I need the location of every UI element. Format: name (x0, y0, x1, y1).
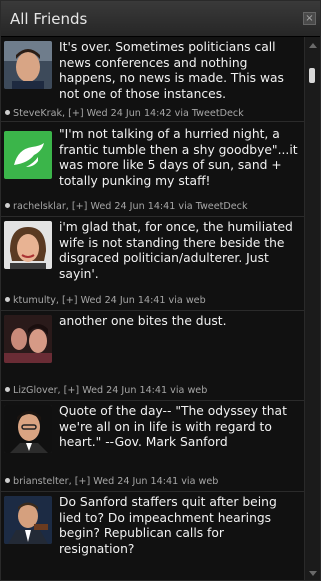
user-avatar[interactable] (4, 41, 52, 89)
tweet-item[interactable]: another one bites the dust. LizGlover, [… (1, 311, 305, 401)
bullet-icon (5, 110, 10, 115)
bullet-icon (5, 478, 10, 483)
bullet-icon (5, 387, 10, 392)
tweet-text: It's over. Sometimes politicians call ne… (59, 40, 284, 101)
tweet-meta-text: brianstelter, [+] Wed 24 Jun 14:41 via w… (13, 476, 219, 487)
tweet-meta[interactable]: SteveKrak, [+] Wed 24 Jun 14:42 via Twee… (5, 108, 244, 120)
tweet-item[interactable]: i'm glad that, for once, the humiliated … (1, 217, 305, 311)
tweet-meta[interactable]: brianstelter, [+] Wed 24 Jun 14:41 via w… (5, 476, 218, 488)
tweet-meta[interactable]: rachelsklar, [+] Wed 24 Jun 14:41 via Tw… (5, 201, 248, 213)
close-column-button[interactable]: × (303, 12, 316, 25)
bullet-icon (5, 297, 10, 302)
avatar-image (4, 221, 52, 269)
tweet-meta-text: LizGlover, [+] Wed 24 Jun 14:41 via web (13, 385, 208, 396)
tweet-meta-text: SteveKrak, [+] Wed 24 Jun 14:42 via Twee… (13, 108, 244, 119)
column-title: All Friends (10, 10, 88, 28)
scroll-up-arrow-icon[interactable] (309, 43, 317, 48)
user-avatar[interactable] (4, 131, 52, 179)
column-header: All Friends × (1, 1, 320, 37)
tweet-text: another one bites the dust. (59, 314, 227, 328)
tweet-list[interactable]: It's over. Sometimes politicians call ne… (1, 37, 305, 580)
avatar-image (4, 315, 52, 363)
user-avatar[interactable] (4, 221, 52, 269)
tweet-text: Do Sanford staffers quit after being lie… (59, 495, 277, 556)
tweet-meta[interactable]: LizGlover, [+] Wed 24 Jun 14:41 via web (5, 385, 207, 397)
all-friends-column: All Friends × It's over. Sometimes polit… (0, 0, 321, 581)
user-avatar[interactable] (4, 315, 52, 363)
tweet-text: Quote of the day-- "The odyssey that we'… (59, 404, 287, 450)
bullet-icon (5, 203, 10, 208)
tweet-item[interactable]: It's over. Sometimes politicians call ne… (1, 37, 305, 122)
tweet-meta[interactable]: ktumulty, [+] Wed 24 Jun 14:41 via web (5, 295, 206, 307)
tweet-text: "I'm not talking of a hurried night, a f… (59, 127, 298, 188)
tweet-item[interactable]: Quote of the day-- "The odyssey that we'… (1, 401, 305, 492)
tweet-meta-text: rachelsklar, [+] Wed 24 Jun 14:41 via Tw… (13, 201, 248, 212)
scrollbar[interactable] (304, 37, 320, 580)
twitter-bird-icon (4, 131, 52, 179)
user-avatar[interactable] (4, 405, 52, 453)
tweet-item[interactable]: "I'm not talking of a hurried night, a f… (1, 122, 305, 217)
user-avatar[interactable] (4, 496, 52, 544)
avatar-image (4, 41, 52, 89)
avatar-image (4, 496, 52, 544)
tweet-meta-text: ktumulty, [+] Wed 24 Jun 14:41 via web (13, 295, 206, 306)
scrollbar-thumb[interactable] (309, 68, 315, 83)
tweet-item[interactable]: Do Sanford staffers quit after being lie… (1, 492, 305, 580)
scroll-down-arrow-icon[interactable] (309, 571, 317, 576)
tweet-text: i'm glad that, for once, the humiliated … (59, 220, 293, 281)
avatar-image (4, 405, 52, 453)
